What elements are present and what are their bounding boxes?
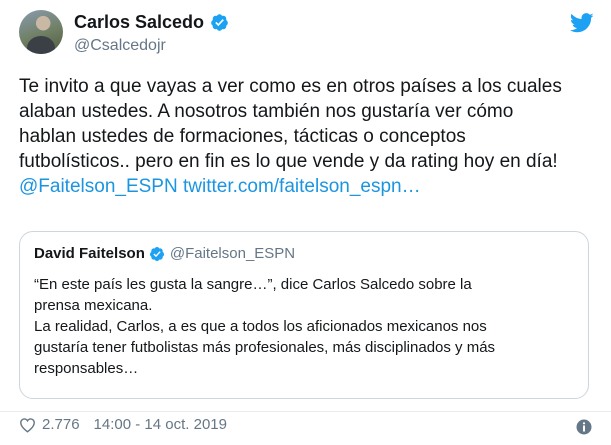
quoted-author-name: David Faitelson: [34, 245, 145, 262]
twitter-bird-icon[interactable]: [570, 13, 594, 33]
quoted-author-handle: @Faitelson_ESPN: [169, 245, 296, 262]
quoted-text-line: prensa mexicana.: [34, 297, 153, 314]
timestamp[interactable]: 14:00 - 14 oct. 2019: [94, 416, 227, 433]
mention-link[interactable]: @Faitelson_ESPN: [19, 176, 178, 197]
author-handle[interactable]: @Csalcedojr: [74, 37, 166, 55]
quoted-author-row: David Faitelson @Faitelson_ESPN: [34, 245, 295, 262]
verified-badge-icon: [211, 14, 228, 31]
quoted-text-line: La realidad, Carlos, a es que a todos lo…: [34, 318, 487, 335]
tweet-body: Te invito a que vayas a ver como es en o…: [19, 74, 604, 199]
footer-divider: [0, 411, 611, 412]
quoted-text-line: “En este país les gusta la sangre…”, dic…: [34, 276, 472, 293]
quoted-tweet[interactable]: David Faitelson @Faitelson_ESPN “En este…: [19, 231, 589, 399]
tweet-footer: 2.776 14:00 - 14 oct. 2019: [19, 416, 227, 433]
url-link[interactable]: twitter.com/faitelson_espn…: [183, 176, 421, 197]
tweet-links-line: @Faitelson_ESPN twitter.com/faitelson_es…: [19, 174, 604, 199]
quoted-text-line: gustaría tener futbolistas más profesion…: [34, 339, 496, 356]
author-name-row: Carlos Salcedo: [74, 12, 229, 33]
tweet-card: Carlos Salcedo @Csalcedojr Te invito a q…: [0, 0, 611, 445]
avatar[interactable]: [19, 10, 63, 54]
tweet-text-line: Te invito a que vayas a ver como es en o…: [19, 76, 562, 97]
tweet-text-line: futbolísticos.. pero en fin es lo que ve…: [19, 151, 558, 172]
verified-badge-icon: [149, 246, 164, 261]
quoted-text: “En este país les gusta la sangre…”, dic…: [34, 274, 579, 379]
quoted-text-line: responsables…: [34, 360, 139, 377]
tweet-text-line: hablan ustedes de formaciones, tácticas …: [19, 126, 466, 147]
heart-icon[interactable]: [19, 417, 36, 433]
tweet-text-line: alaban ustedes. A nosotros también nos g…: [19, 101, 514, 122]
like-count[interactable]: 2.776: [42, 416, 80, 433]
author-name[interactable]: Carlos Salcedo: [74, 12, 204, 33]
avatar-figure: [27, 36, 55, 54]
info-icon[interactable]: [576, 419, 592, 435]
